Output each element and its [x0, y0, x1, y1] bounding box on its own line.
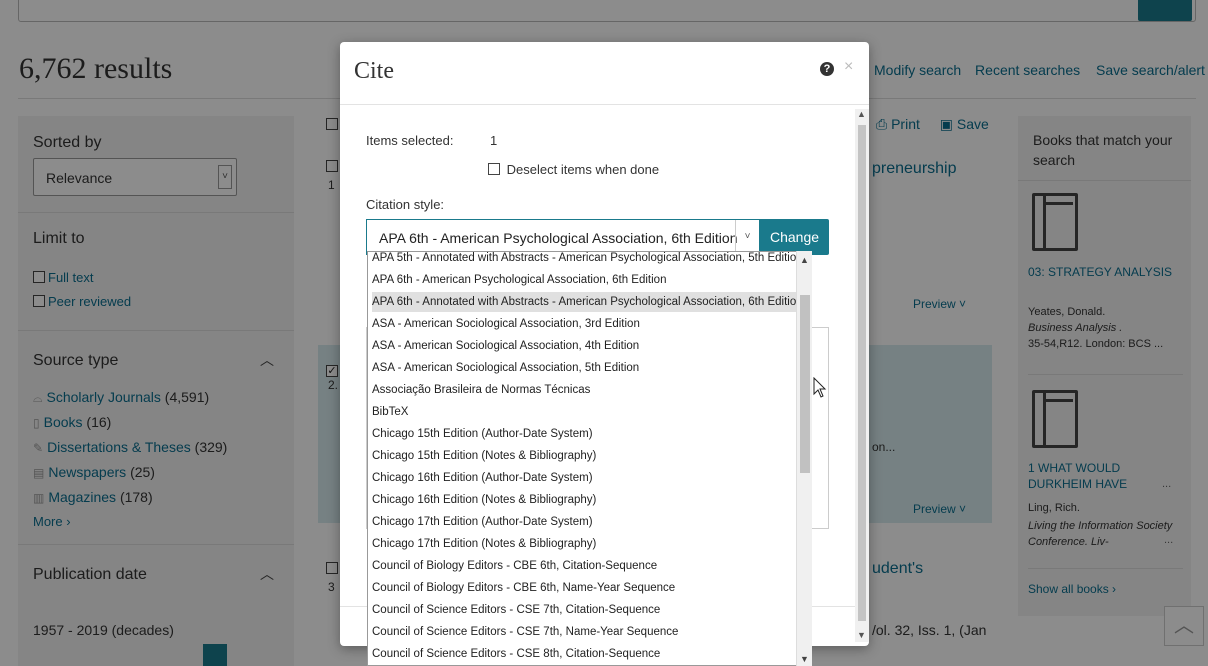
dialog-scrollbar[interactable]: ▲ ▼ [855, 109, 869, 642]
style-option[interactable]: Council of Biology Editors - CBE 6th, Ci… [372, 556, 657, 576]
deselect-checkbox[interactable]: Deselect items when done [488, 162, 659, 177]
items-selected-label: Items selected: [366, 133, 454, 148]
close-icon[interactable]: × [844, 58, 853, 76]
style-option[interactable]: APA 5th - Annotated with Abstracts - Ame… [372, 252, 803, 268]
style-option[interactable]: Chicago 16th Edition (Notes & Bibliograp… [372, 490, 596, 510]
change-button[interactable]: Change [760, 219, 829, 255]
style-option[interactable]: APA 6th - American Psychological Associa… [372, 270, 666, 290]
dialog-divider [340, 104, 869, 105]
scroll-up-icon[interactable]: ▲ [857, 109, 866, 119]
style-option[interactable]: Council of Science Editors - CSE 7th, Ci… [372, 600, 660, 620]
style-option[interactable]: BibTeX [372, 402, 408, 422]
chevron-down-icon: ˅ [735, 220, 759, 254]
style-option-highlighted[interactable]: APA 6th - Annotated with Abstracts - Ame… [372, 292, 807, 312]
mouse-cursor-icon [813, 377, 827, 398]
style-option[interactable]: Chicago 16th Edition (Author-Date System… [372, 468, 593, 488]
style-option[interactable]: Council of Science Editors - CSE 7th, Na… [372, 622, 678, 642]
style-option[interactable]: Chicago 15th Edition (Notes & Bibliograp… [372, 446, 596, 466]
scroll-thumb[interactable] [858, 125, 866, 621]
scroll-down-icon[interactable]: ▼ [857, 630, 866, 640]
scroll-thumb[interactable] [800, 295, 810, 473]
style-option[interactable]: Council of Science Editors - CSE 8th, Ci… [372, 644, 660, 664]
scroll-down-icon[interactable]: ▼ [800, 654, 809, 664]
help-icon[interactable]: ? [820, 62, 834, 76]
deselect-label: Deselect items when done [506, 162, 660, 177]
style-option[interactable]: Chicago 17th Edition (Notes & Bibliograp… [372, 534, 596, 554]
style-option[interactable]: ASA - American Sociological Association,… [372, 314, 640, 334]
options-scrollbar[interactable]: ▲ ▼ [796, 251, 812, 666]
dialog-title: Cite [354, 58, 394, 84]
style-option[interactable]: Chicago 15th Edition (Author-Date System… [372, 424, 593, 444]
style-option[interactable]: Associação Brasileira de Normas Técnicas [372, 380, 590, 400]
citation-style-options[interactable]: APA 5th - Annotated with Abstracts - Ame… [367, 251, 812, 666]
scroll-up-icon[interactable]: ▲ [800, 255, 809, 265]
style-option[interactable]: Chicago 17th Edition (Author-Date System… [372, 512, 593, 532]
selected-style: APA 6th - American Psychological Associa… [379, 230, 738, 246]
items-selected-value: 1 [490, 133, 498, 148]
style-option[interactable]: ASA - American Sociological Association,… [372, 336, 639, 356]
checkbox-icon[interactable] [488, 163, 500, 175]
citation-style-select[interactable]: APA 6th - American Psychological Associa… [366, 219, 760, 255]
style-option[interactable]: Council of Biology Editors - CBE 6th, Na… [372, 578, 675, 598]
style-option[interactable]: ASA - American Sociological Association,… [372, 358, 639, 378]
citation-style-label: Citation style: [366, 197, 445, 212]
